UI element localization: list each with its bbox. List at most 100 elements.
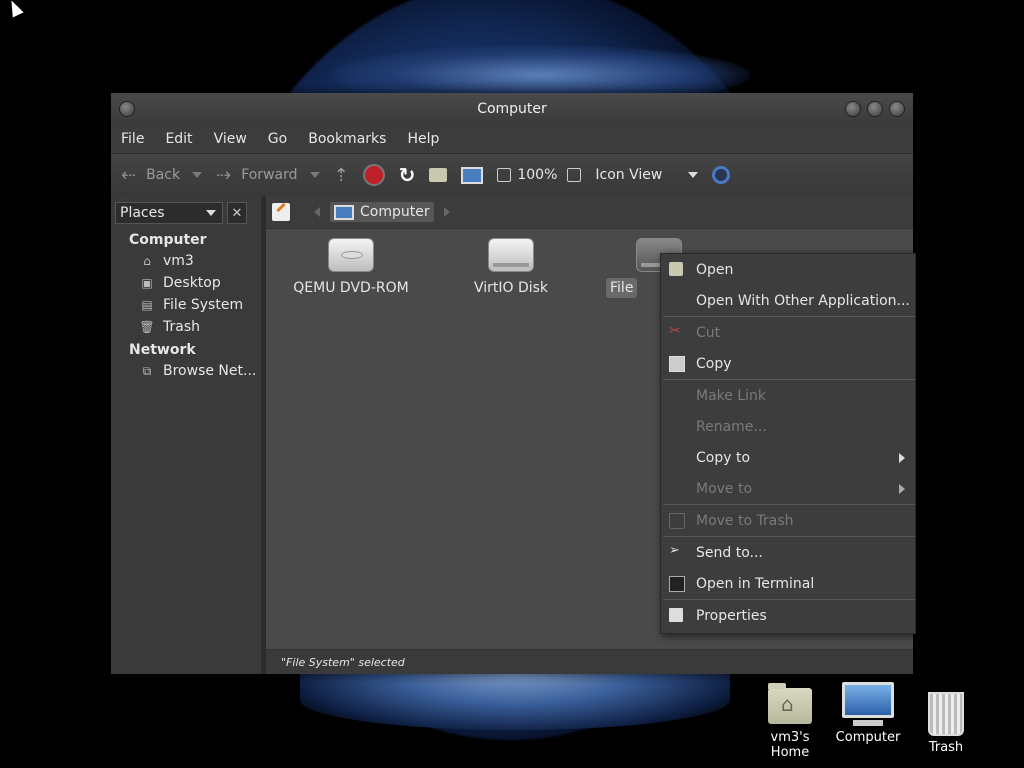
mouse-cursor-icon: [6, 0, 24, 18]
device-dvd-rom[interactable]: QEMU DVD-ROM: [286, 238, 416, 296]
maximize-icon[interactable]: [867, 101, 883, 117]
sidebar-item-label: Browse Net...: [163, 363, 257, 379]
sidebar: Places ✕ Computer ⌂ vm3 ▣ Desktop ▤ File…: [111, 196, 266, 674]
search-button[interactable]: [712, 166, 731, 184]
desktop-icon-computer[interactable]: Computer: [834, 682, 902, 745]
device-label: QEMU DVD-ROM: [293, 280, 409, 296]
desktop-icon-trash[interactable]: Trash: [916, 692, 976, 755]
folder-open-icon: [669, 262, 683, 276]
menu-item-open[interactable]: Open: [661, 254, 915, 285]
device-file-system[interactable]: File: [606, 238, 682, 298]
title-bar[interactable]: Computer: [111, 93, 913, 125]
minimize-icon[interactable]: [845, 101, 861, 117]
menu-item-label: Properties: [696, 607, 767, 624]
forward-history-icon[interactable]: [309, 172, 320, 178]
back-label: Back: [146, 167, 181, 183]
places-row: Places ✕: [111, 196, 261, 228]
computer-icon: [334, 204, 354, 220]
back-history-icon[interactable]: [192, 172, 203, 178]
toolbar: ⇠ Back ⇢ Forward ⇡ ↻ 100% Icon View: [111, 153, 913, 197]
network-icon: ⧉: [142, 363, 152, 378]
zoom-in-icon[interactable]: [567, 168, 582, 182]
stop-icon: [362, 164, 385, 186]
menu-item-label: Rename...: [696, 418, 767, 435]
close-icon[interactable]: [889, 101, 905, 117]
search-icon: [712, 166, 731, 184]
drive-icon: ▤: [141, 298, 153, 312]
path-left-icon[interactable]: [314, 207, 320, 217]
menu-item-send-to[interactable]: ➢ Send to...: [661, 537, 915, 568]
menu-file[interactable]: File: [121, 131, 144, 147]
desktop-icon-label: Computer: [835, 730, 901, 745]
reload-icon: ↻: [398, 163, 416, 187]
menu-item-open-with[interactable]: Open With Other Application...: [661, 285, 915, 316]
sidebar-section-network: Network: [129, 342, 196, 358]
menu-go[interactable]: Go: [268, 131, 287, 147]
properties-icon: [669, 608, 683, 622]
menu-item-copy[interactable]: Copy: [661, 348, 915, 379]
back-icon: ⇠: [121, 164, 137, 186]
menu-item-rename: Rename...: [661, 411, 915, 442]
menu-bookmarks[interactable]: Bookmarks: [308, 131, 386, 147]
places-label: Places: [120, 205, 165, 221]
zoom-control: 100%: [497, 167, 582, 183]
window-title: Computer: [477, 101, 547, 117]
up-icon: ⇡: [333, 164, 349, 186]
forward-label: Forward: [241, 167, 298, 183]
menu-item-label: Move to: [696, 480, 753, 497]
submenu-arrow-icon: [899, 484, 905, 494]
menu-view[interactable]: View: [214, 131, 247, 147]
device-label: VirtIO Disk: [473, 280, 549, 296]
forward-icon: ⇢: [216, 164, 232, 186]
view-mode-label: Icon View: [595, 167, 663, 183]
desktop-icon-home[interactable]: vm3's Home: [750, 683, 830, 760]
computer-icon: [842, 682, 894, 718]
desktop-folder-icon: ▣: [141, 276, 153, 290]
up-button[interactable]: ⇡: [334, 165, 349, 186]
menu-item-cut: ✂ Cut: [661, 317, 915, 348]
home-button[interactable]: [429, 168, 448, 182]
menu-item-label: Copy: [696, 355, 732, 372]
scissors-icon: ✂: [669, 323, 681, 339]
breadcrumb-computer[interactable]: Computer: [330, 202, 434, 222]
edit-location-icon[interactable]: [272, 203, 290, 221]
device-label: File: [606, 278, 638, 298]
menu-edit[interactable]: Edit: [165, 131, 192, 147]
home-folder-icon: ⌂: [143, 254, 151, 268]
hard-disk-icon: [488, 238, 534, 272]
back-button[interactable]: ⇠ Back: [121, 164, 203, 186]
window-menu-icon[interactable]: [119, 101, 135, 117]
device-virtio-disk[interactable]: VirtIO Disk: [446, 238, 576, 296]
sidebar-item-browse-network[interactable]: ⧉ Browse Net...: [111, 360, 261, 382]
sidebar-item-desktop[interactable]: ▣ Desktop: [111, 272, 261, 294]
copy-icon: [669, 356, 685, 372]
terminal-icon: [669, 576, 685, 592]
menu-help[interactable]: Help: [407, 131, 439, 147]
menu-item-label: Open: [696, 261, 734, 278]
sidebar-item-vm3[interactable]: ⌂ vm3: [111, 250, 261, 272]
sidebar-item-file-system[interactable]: ▤ File System: [111, 294, 261, 316]
computer-button[interactable]: [461, 166, 484, 184]
menu-item-open-terminal[interactable]: Open in Terminal: [661, 568, 915, 599]
close-sidebar-button[interactable]: ✕: [227, 202, 247, 224]
menu-item-copy-to[interactable]: Copy to: [661, 442, 915, 473]
chevron-down-icon: [688, 172, 699, 178]
stop-button[interactable]: [362, 164, 385, 186]
menu-bar: File Edit View Go Bookmarks Help: [111, 125, 913, 153]
sidebar-item-trash[interactable]: 🗑 Trash: [111, 316, 261, 338]
forward-button[interactable]: ⇢ Forward: [216, 164, 320, 186]
sidebar-item-label: File System: [163, 297, 244, 313]
menu-item-properties[interactable]: Properties: [661, 600, 915, 631]
reload-button[interactable]: ↻: [399, 163, 416, 187]
computer-icon: [461, 166, 484, 184]
zoom-out-icon[interactable]: [497, 168, 512, 182]
menu-item-move-to: Move to: [661, 473, 915, 504]
path-right-icon[interactable]: [443, 207, 450, 217]
trash-icon: [928, 692, 964, 736]
submenu-arrow-icon: [899, 453, 905, 463]
places-selector[interactable]: Places: [115, 202, 223, 224]
status-bar: "File System" selected: [266, 649, 913, 674]
view-mode-select[interactable]: Icon View: [595, 167, 699, 183]
menu-item-label: Open in Terminal: [696, 575, 815, 592]
zoom-level: 100%: [517, 167, 558, 183]
